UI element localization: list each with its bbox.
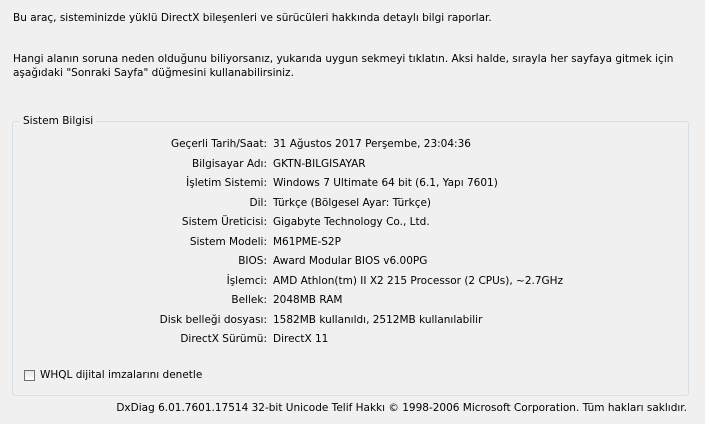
language-label: Dil:: [249, 196, 267, 209]
bios-label: BIOS:: [238, 255, 267, 267]
whql-checkbox[interactable]: WHQL dijital imzalarını denetle: [24, 368, 202, 382]
info-row-language: Dil: Türkçe (Bölgesel Ayar: Türkçe): [0, 195, 705, 211]
whql-checkbox-box[interactable]: [24, 369, 35, 381]
computer-name-value: GKTN-BILGISAYAR: [273, 157, 366, 170]
memory-label: Bellek:: [231, 294, 267, 306]
info-row-bios: BIOS: Award Modular BIOS v6.00PG: [0, 253, 705, 269]
info-row-os: İşletim Sistemi: Windows 7 Ultimate 64 b…: [0, 175, 705, 191]
date-label: Geçerli Tarih/Saat:: [170, 138, 267, 150]
page-file-label: Disk belleği dosyası:: [159, 313, 267, 326]
info-row-processor: İşlemci: AMD Athlon(tm) II X2 215 Proces…: [0, 273, 705, 289]
manufacturer-label: Sistem Üreticisi:: [181, 216, 267, 228]
intro-text: Bu araç, sisteminizde yüklü DirectX bile…: [13, 12, 492, 24]
manufacturer-value: Gigabyte Technology Co., Ltd.: [273, 216, 430, 228]
info-row-page-file: Disk belleği dosyası: 1582MB kullanıldı,…: [0, 312, 705, 328]
system-info-title: Sistem Bilgisi: [20, 114, 97, 128]
page-file-value: 1582MB kullanıldı, 2512MB kullanılabilir: [273, 313, 483, 326]
info-row-memory: Bellek: 2048MB RAM: [0, 292, 705, 308]
info-row-directx: DirectX Sürümü: DirectX 11: [0, 331, 705, 347]
info-row-model: Sistem Modeli: M61PME-S2P: [0, 234, 705, 250]
language-value: Türkçe (Bölgesel Ayar: Türkçe): [273, 196, 432, 209]
whql-checkbox-label[interactable]: WHQL dijital imzalarını denetle: [40, 369, 202, 381]
info-row-manufacturer: Sistem Üreticisi: Gigabyte Technology Co…: [0, 214, 705, 230]
version-footer: DxDiag 6.01.7601.17514 32-bit Unicode Te…: [116, 402, 687, 414]
os-value: Windows 7 Ultimate 64 bit (6.1, Yapı 760…: [273, 177, 498, 189]
processor-value: AMD Athlon(tm) II X2 215 Processor (2 CP…: [273, 274, 564, 287]
model-label: Sistem Modeli:: [189, 235, 267, 248]
computer-name-label: Bilgisayar Adı:: [192, 157, 267, 170]
os-label: İşletim Sistemi:: [186, 177, 267, 189]
directx-value: DirectX 11: [273, 333, 329, 345]
info-row-date: Geçerli Tarih/Saat: 31 Ağustos 2017 Perş…: [0, 136, 705, 152]
instructions-text: Hangi alanın soruna neden olduğunu biliy…: [13, 53, 674, 79]
memory-value: 2048MB RAM: [273, 294, 343, 306]
model-value: M61PME-S2P: [273, 235, 341, 248]
directx-label: DirectX Sürümü:: [180, 333, 267, 345]
date-value: 31 Ağustos 2017 Perşembe, 23:04:36: [273, 138, 471, 150]
processor-label: İşlemci:: [226, 274, 267, 287]
bios-value: Award Modular BIOS v6.00PG: [273, 255, 428, 267]
info-row-computer-name: Bilgisayar Adı: GKTN-BILGISAYAR: [0, 156, 705, 172]
